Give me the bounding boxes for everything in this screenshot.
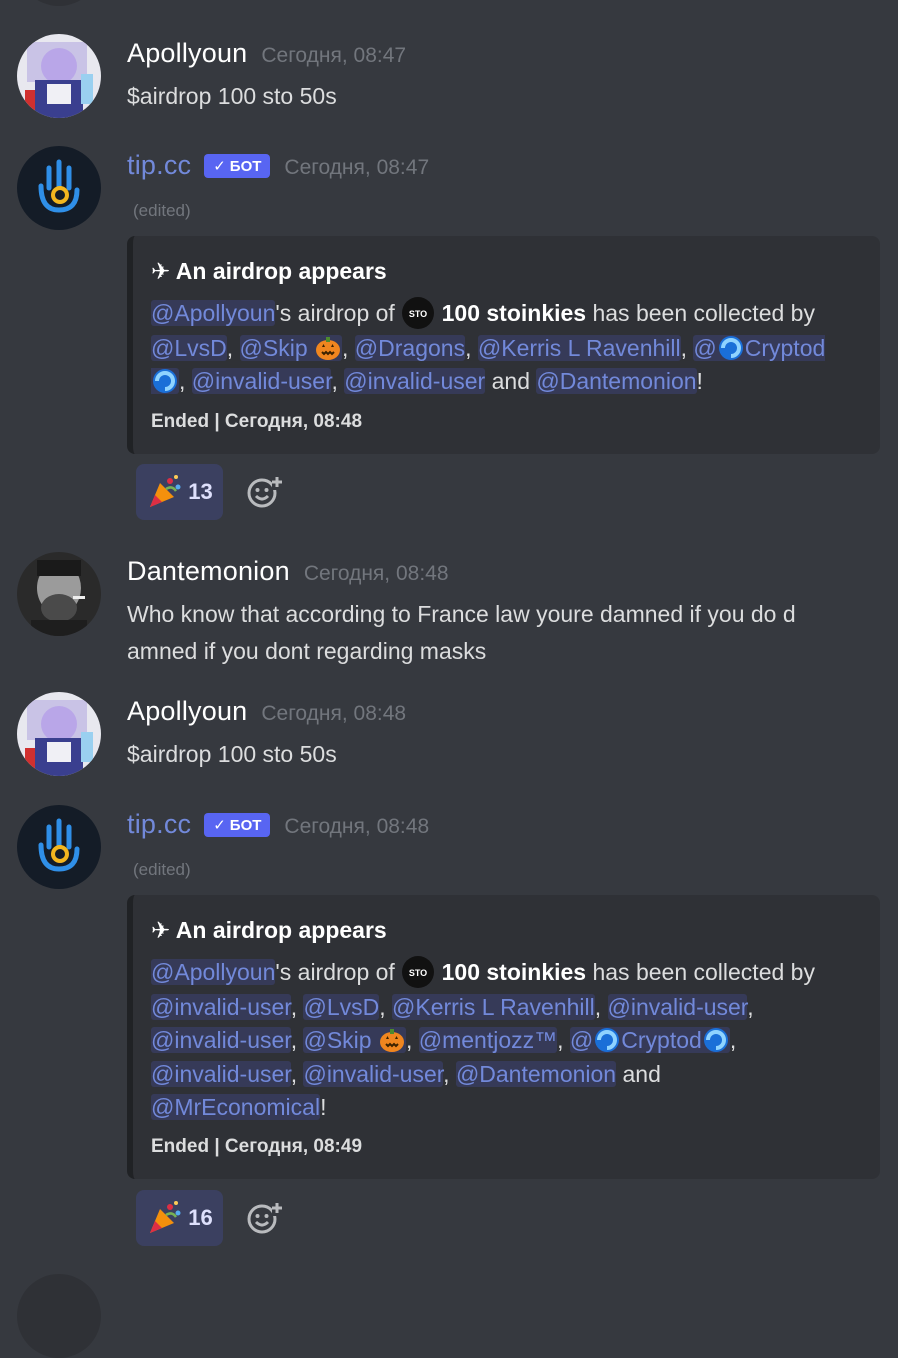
mention[interactable]: @invalid-user (607, 993, 748, 1020)
avatar[interactable] (17, 692, 101, 776)
pumpkin-icon (379, 1029, 404, 1053)
avatar[interactable] (17, 805, 101, 889)
party-popper-icon (150, 475, 181, 507)
mention[interactable]: @invalid-user (151, 1027, 291, 1054)
edited-label: (edited) (133, 860, 191, 879)
avatar[interactable] (17, 146, 101, 230)
username[interactable]: Dantemonion (127, 556, 290, 587)
timestamp: Сегодня, 08:48 (261, 702, 407, 725)
party-popper-icon (150, 1201, 181, 1233)
embed-footer: Ended | Сегодня, 08:49 (151, 1136, 363, 1157)
checkmark-icon: ✓ (213, 158, 226, 175)
mention[interactable]: @MrEconomical (151, 1094, 321, 1121)
swirl-icon (703, 1028, 728, 1053)
svg-text:STO: STO (409, 968, 427, 978)
mention[interactable]: @mentjozz™ (418, 1027, 558, 1054)
mention[interactable]: @LvsD (151, 334, 227, 361)
mention[interactable]: @Kerris L Ravenhill (477, 334, 681, 361)
embed-body: @Apollyoun's airdrop of STO 100 stoinkie… (151, 296, 866, 399)
swirl-icon (153, 369, 177, 394)
sto-token-icon: STO (402, 296, 435, 329)
username[interactable]: tip.cc (127, 150, 191, 181)
mention[interactable]: @invalid-user (344, 368, 486, 395)
add-reaction-icon[interactable] (246, 474, 282, 510)
mention[interactable]: @invalid-user (191, 368, 332, 395)
mention[interactable]: @invalid-user (151, 1060, 291, 1087)
swirl-icon (595, 1028, 620, 1053)
reaction-count: 16 (188, 1205, 213, 1230)
mention[interactable]: @Skip (239, 334, 343, 361)
bot-tag: ✓ БОТ (204, 154, 271, 178)
username[interactable]: Apollyoun (127, 38, 247, 69)
embed: ✈ An airdrop appears @Apollyoun's airdro… (127, 236, 880, 454)
reaction-count: 13 (188, 479, 213, 504)
mention[interactable]: @Apollyoun (151, 300, 276, 326)
mention[interactable]: @Dantemonion (455, 1060, 617, 1087)
avatar[interactable] (17, 1274, 101, 1358)
reaction-button[interactable]: 13 (136, 464, 223, 520)
mention[interactable]: @LvsD (303, 993, 380, 1020)
embed: ✈ An airdrop appears @Apollyoun's airdro… (127, 895, 880, 1179)
avatar[interactable] (17, 0, 101, 6)
tipcc-hand-icon (17, 146, 101, 230)
message-text: $airdrop 100 sto 50s (127, 741, 337, 767)
mention[interactable]: @invalid-user (303, 1060, 444, 1087)
mention[interactable]: @Dantemonion (536, 368, 697, 395)
bot-tag: ✓ БОТ (204, 813, 271, 837)
edited-label: (edited) (133, 201, 191, 220)
avatar[interactable] (17, 552, 101, 636)
airdrop-amount: 100 stoinkies (441, 300, 587, 326)
mention[interactable]: @invalid-user (151, 993, 291, 1020)
mention[interactable]: @Dragons (354, 334, 466, 361)
username[interactable]: tip.cc (127, 809, 191, 840)
message-text: Who know that according to France law yo… (127, 601, 796, 664)
timestamp: Сегодня, 08:48 (303, 562, 449, 585)
message-text: $airdrop 100 sto 50s (127, 83, 337, 109)
embed-body: @Apollyoun's airdrop of STO 100 stoinkie… (151, 955, 866, 1125)
embed-title: ✈ An airdrop appears (151, 258, 387, 284)
timestamp: Сегодня, 08:47 (284, 156, 430, 179)
tipcc-hand-icon (17, 805, 101, 889)
timestamp: Сегодня, 08:47 (261, 44, 407, 67)
pumpkin-icon (316, 336, 341, 360)
avatar[interactable] (17, 34, 101, 118)
sto-token-icon: STO (402, 955, 435, 988)
timestamp: Сегодня, 08:48 (284, 815, 430, 838)
username[interactable]: Apollyoun (127, 696, 247, 727)
reaction-button[interactable]: 16 (136, 1190, 223, 1246)
airdrop-amount: 100 stoinkies (441, 959, 587, 985)
swirl-icon (718, 335, 743, 360)
svg-text:STO: STO (409, 309, 427, 319)
mention[interactable]: @Kerris L Ravenhill (392, 993, 595, 1020)
embed-footer: Ended | Сегодня, 08:48 (151, 411, 363, 432)
embed-title: ✈ An airdrop appears (151, 917, 387, 943)
checkmark-icon: ✓ (213, 817, 226, 834)
mention[interactable]: @Skip (303, 1027, 406, 1054)
mention[interactable]: @ Cryptod (569, 1027, 730, 1054)
add-reaction-icon[interactable] (246, 1200, 282, 1236)
mention[interactable]: @Apollyoun (151, 959, 276, 985)
